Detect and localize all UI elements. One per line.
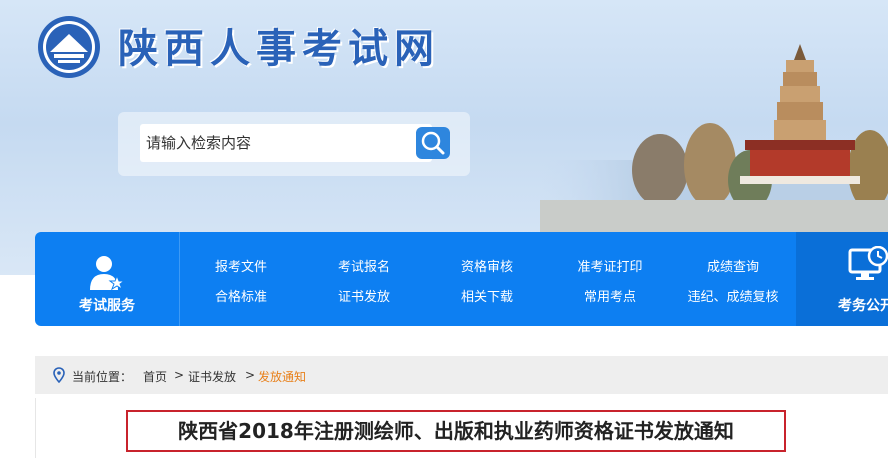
exam-service-tile[interactable]: 考试服务 (35, 232, 180, 326)
breadcrumb-separator: > (245, 368, 256, 382)
location-pin-icon (53, 367, 65, 383)
monitor-clock-icon (848, 246, 888, 280)
search-button[interactable] (416, 127, 450, 159)
nav-link-certificate-issue[interactable]: 证书发放 (338, 286, 390, 305)
nav-link-qualification-review[interactable]: 资格审核 (461, 256, 513, 275)
search-input[interactable] (140, 124, 432, 162)
exam-affairs-label: 考务公开 (838, 298, 888, 314)
nav-link-admission-ticket[interactable]: 准考证打印 (577, 256, 642, 275)
pagoda-scenery-image (540, 44, 888, 240)
breadcrumb-home[interactable]: 首页 (143, 368, 167, 385)
nav-link-score-query[interactable]: 成绩查询 (707, 256, 759, 275)
main-nav: 考试服务 报考文件 合格标准 考试报名 证书发放 资格审核 相关下载 准考证打印… (35, 232, 888, 326)
article-title: 陕西省2018年注册测绘师、出版和执业药师资格证书发放通知 (178, 419, 734, 443)
exam-affairs-tile[interactable]: 考务公开 (796, 232, 888, 326)
site-title[interactable]: 陕西人事考试网 (118, 16, 440, 74)
search-icon (421, 131, 445, 155)
breadcrumb-prefix: 当前位置： (72, 370, 133, 384)
breadcrumb-section[interactable]: 证书发放 (188, 368, 236, 385)
nav-link-pass-standard[interactable]: 合格标准 (215, 286, 267, 305)
search-box (118, 112, 470, 176)
nav-link-exam-sites[interactable]: 常用考点 (584, 286, 636, 305)
content-border (35, 398, 36, 458)
breadcrumb: 当前位置： 首页 > 证书发放 > 发放通知 (35, 356, 888, 394)
breadcrumb-separator: > (174, 368, 185, 382)
site-logo-icon[interactable] (36, 14, 102, 80)
article-title-box: 陕西省2018年注册测绘师、出版和执业药师资格证书发放通知 (126, 410, 786, 452)
nav-link-exam-registration[interactable]: 考试报名 (338, 256, 390, 275)
user-service-icon (90, 256, 125, 291)
exam-service-label: 考试服务 (79, 298, 135, 314)
nav-link-downloads[interactable]: 相关下载 (461, 286, 513, 305)
nav-link-score-review[interactable]: 违纪、成绩复核 (687, 286, 778, 305)
breadcrumb-current: 发放通知 (258, 370, 307, 384)
nav-link-exam-documents[interactable]: 报考文件 (215, 256, 267, 275)
